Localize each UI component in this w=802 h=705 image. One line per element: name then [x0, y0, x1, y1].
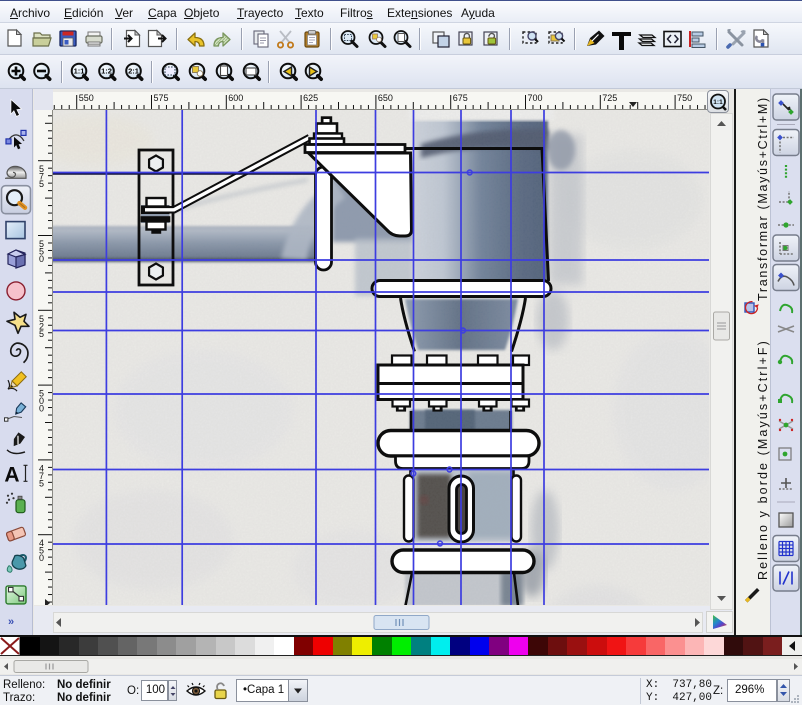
svg-text:575: 575 — [154, 93, 169, 103]
svg-text:650: 650 — [378, 93, 393, 103]
svg-text:600: 600 — [228, 93, 243, 103]
svg-text:1:2: 1:2 — [101, 67, 112, 76]
svg-text:750: 750 — [677, 93, 692, 103]
svg-text:5: 5 — [39, 478, 44, 488]
svg-text:700: 700 — [528, 93, 543, 103]
svg-text:0: 0 — [39, 404, 44, 414]
svg-text:550: 550 — [79, 93, 94, 103]
svg-text:1:1: 1:1 — [713, 99, 723, 106]
svg-text:725: 725 — [602, 93, 617, 103]
svg-text:625: 625 — [303, 93, 318, 103]
svg-text:5: 5 — [39, 179, 44, 189]
svg-text:675: 675 — [453, 93, 468, 103]
svg-text:5: 5 — [39, 329, 44, 339]
svg-text:»: » — [8, 616, 14, 628]
svg-text:0: 0 — [39, 553, 44, 563]
svg-text:2:1: 2:1 — [128, 67, 139, 76]
svg-text:0: 0 — [39, 254, 44, 264]
svg-text:A: A — [4, 463, 19, 486]
svg-text:1:1: 1:1 — [74, 67, 85, 76]
